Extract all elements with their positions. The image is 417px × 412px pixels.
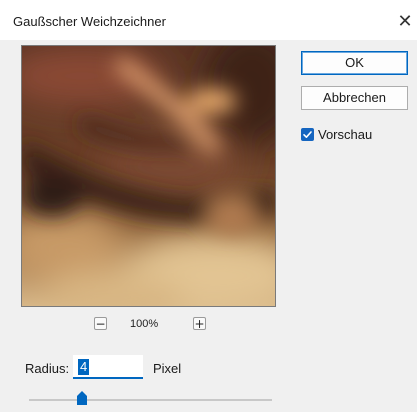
preview-checkbox-label: Vorschau — [318, 127, 373, 142]
radius-label: Radius: — [25, 361, 70, 376]
radius-value[interactable]: 4 — [78, 359, 90, 375]
zoom-out-button[interactable]: − — [94, 317, 107, 330]
preview-image-content — [22, 46, 275, 306]
gaussian-blur-dialog: Gaußscher Weichzeichner ✕ − 100% + OK Ab… — [0, 0, 417, 412]
dialog-title: Gaußscher Weichzeichner — [13, 14, 166, 29]
close-icon[interactable]: ✕ — [393, 9, 417, 33]
checkmark-icon — [303, 131, 312, 138]
preview-checkbox[interactable] — [301, 128, 314, 141]
title-bar: Gaußscher Weichzeichner ✕ — [0, 0, 417, 40]
cancel-button[interactable]: Abbrechen — [301, 86, 408, 110]
zoom-in-button[interactable]: + — [193, 317, 206, 330]
ok-button[interactable]: OK — [301, 51, 408, 75]
radius-slider-track[interactable] — [29, 399, 272, 401]
radius-slider-thumb[interactable] — [77, 391, 88, 405]
blur-preview-image[interactable] — [21, 45, 276, 307]
preview-zoom-controls: − 100% + — [0, 313, 300, 333]
zoom-level-label: 100% — [130, 318, 159, 330]
radius-unit-label: Pixel — [153, 361, 182, 376]
